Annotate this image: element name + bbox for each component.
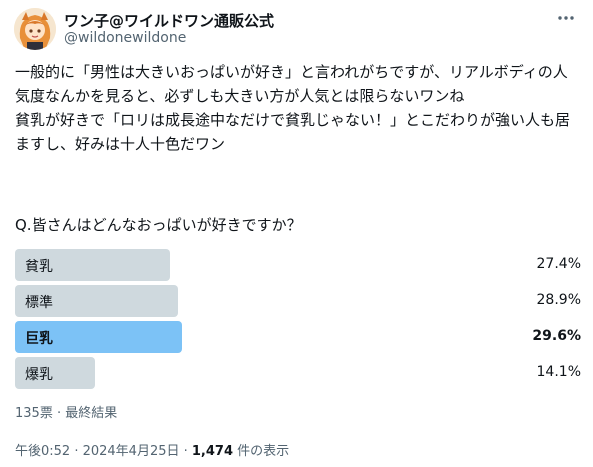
poll-option-label: 貧乳 bbox=[25, 259, 53, 275]
poll-question: Q.皆さんはどんなおっぱいが好きですか？ bbox=[15, 216, 302, 234]
tweet-paragraph: 貧乳が好きで「ロリは成長途中なだけで貧乳じゃない！」とこだわりが強い人も居ますし… bbox=[15, 111, 571, 153]
views-suffix: 件の表示 bbox=[233, 444, 290, 459]
poll-option-label: 巨乳 bbox=[25, 331, 53, 347]
tweet-header: ワン子@ワイルドワン通販公式 @wildonewildone bbox=[14, 8, 580, 50]
avatar-anime-girl-icon bbox=[14, 8, 56, 50]
poll-option-label: 標準 bbox=[25, 295, 53, 311]
poll-option: 貧乳 27.4% bbox=[15, 249, 581, 281]
poll-meta: 135票 · 最終結果 bbox=[15, 406, 118, 421]
timestamp[interactable]: 午後0:52 · 2024年4月25日 · bbox=[15, 444, 192, 459]
tweet-paragraph: 一般的に「男性は大きいおっぱいが好き」と言われがちですが、リアルボディの人気度な… bbox=[15, 63, 568, 105]
poll-option-percent: 14.1% bbox=[536, 364, 581, 380]
poll-option: 標準 28.9% bbox=[15, 285, 581, 317]
tweet-card: ワン子@ワイルドワン通販公式 @wildonewildone 一般的に「男性は大… bbox=[0, 0, 593, 467]
user-handle[interactable]: @wildonewildone bbox=[64, 30, 186, 46]
avatar[interactable] bbox=[14, 8, 56, 50]
timestamp-row: 午後0:52 · 2024年4月25日 · 1,474 件の表示 bbox=[15, 440, 289, 459]
poll-option-percent: 29.6% bbox=[532, 328, 581, 344]
tweet-text: 一般的に「男性は大きいおっぱいが好き」と言われがちですが、リアルボディの人気度な… bbox=[15, 60, 581, 156]
display-name[interactable]: ワン子@ワイルドワン通販公式 bbox=[64, 10, 274, 31]
more-dots-icon[interactable] bbox=[554, 8, 578, 28]
poll-option-label: 爆乳 bbox=[25, 367, 53, 383]
poll-option-percent: 27.4% bbox=[536, 256, 581, 272]
poll: 貧乳 27.4% 標準 28.9% 巨乳 29.6% 爆乳 14.1% bbox=[15, 249, 581, 393]
poll-option: 爆乳 14.1% bbox=[15, 357, 581, 389]
views-count[interactable]: 1,474 bbox=[192, 444, 233, 459]
poll-option: 巨乳 29.6% bbox=[15, 321, 581, 353]
poll-option-percent: 28.9% bbox=[536, 292, 581, 308]
